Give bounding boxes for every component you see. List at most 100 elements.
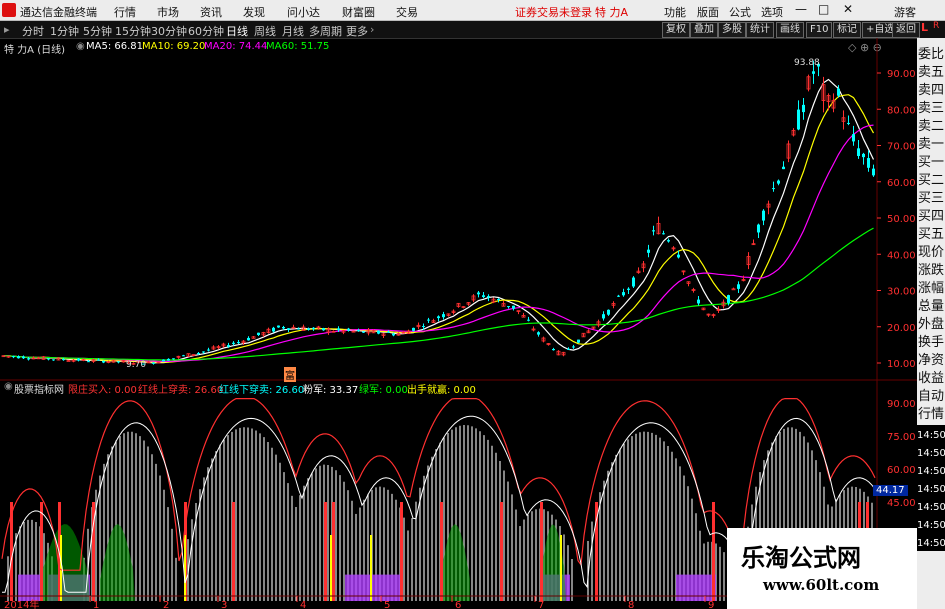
tab-monthly[interactable]: 月线: [282, 23, 304, 39]
candle-body: [282, 326, 285, 329]
button-adjust[interactable]: 复权: [662, 22, 690, 38]
candle-body: [852, 134, 855, 142]
candle-body: [202, 351, 205, 353]
side-label[interactable]: 涨跌: [918, 262, 944, 280]
side-label[interactable]: 卖二: [918, 118, 944, 136]
app-logo-icon: [2, 3, 16, 17]
tick-time-list: 14:50 14:50 14:50 14:50 14:50 14:50 14:50: [917, 425, 945, 551]
menu-discover[interactable]: 发现: [243, 4, 265, 20]
candle-body: [602, 314, 605, 319]
button-statistics[interactable]: 统计: [746, 22, 774, 38]
side-label[interactable]: 卖一: [918, 136, 944, 154]
close-icon[interactable]: ✕: [843, 2, 853, 16]
maximize-icon[interactable]: □: [818, 2, 829, 16]
menu-market[interactable]: 市场: [157, 4, 179, 20]
candle-body: [27, 358, 30, 360]
candle-body: [442, 314, 445, 318]
minimize-icon[interactable]: —: [795, 2, 807, 16]
button-overlay[interactable]: 叠加: [690, 22, 718, 38]
tab-daily[interactable]: 日线: [226, 23, 248, 39]
side-label[interactable]: 卖四: [918, 82, 944, 100]
tab-30min[interactable]: 30分钟: [151, 23, 187, 39]
side-label[interactable]: 买四: [918, 208, 944, 226]
candle-body: [392, 333, 395, 336]
side-label[interactable]: 总量: [918, 298, 944, 316]
quote-side-panel: 委比 卖五 卖四 卖三 卖二 卖一 买一 买二 买三 买四 买五 现价 涨跌 涨幅 总量 外盘 换手 净资 收益 自动…: [917, 38, 945, 609]
side-tab-label[interactable]: 自动: [918, 388, 944, 406]
candle-body: [567, 348, 570, 350]
event-marker[interactable]: 富: [284, 367, 296, 382]
user-label[interactable]: 游客: [894, 4, 916, 20]
candle-body: [762, 210, 765, 221]
menu-quotes[interactable]: 行情: [114, 4, 136, 20]
candle-body: [667, 240, 670, 242]
menu-trade[interactable]: 交易: [396, 4, 418, 20]
button-back[interactable]: 返回: [892, 22, 920, 38]
side-label[interactable]: 买二: [918, 172, 944, 190]
menu-layout[interactable]: 版面: [697, 4, 719, 20]
button-multi-stock[interactable]: 多股: [718, 22, 746, 38]
kline-chart[interactable]: 90.00 80.00 70.00 60.00 50.00 40.00 30.00 20.00…: [0, 38, 917, 609]
price-tick-label: 30.00: [887, 287, 916, 298]
menu-wealth[interactable]: 财富圈: [342, 4, 375, 20]
side-tab-label[interactable]: 行情: [918, 406, 944, 424]
tab-60min[interactable]: 60分钟: [188, 23, 224, 39]
candle-body: [477, 292, 480, 295]
candle-body: [182, 355, 185, 357]
indicator-tick-label: 90.00: [887, 399, 916, 410]
tab-15min[interactable]: 15分钟: [115, 23, 151, 39]
button-draw[interactable]: 画线: [776, 22, 804, 38]
side-label[interactable]: 买一: [918, 154, 944, 172]
tab-intraday[interactable]: 分时: [22, 23, 44, 39]
side-label[interactable]: 收益: [918, 370, 944, 388]
arrow-left-icon[interactable]: ▸: [4, 23, 10, 36]
tick-time: 14:50: [917, 538, 945, 549]
side-label[interactable]: 委比: [918, 46, 944, 64]
tab-1min[interactable]: 1分钟: [50, 23, 79, 39]
candle-body: [12, 356, 15, 358]
tab-more[interactable]: 更多: [346, 23, 368, 39]
menu-news[interactable]: 资讯: [200, 4, 222, 20]
candle-body: [62, 359, 65, 361]
menu-ask[interactable]: 问小达: [287, 4, 320, 20]
tick-time: 14:50: [917, 466, 945, 477]
corner-r: R: [933, 21, 940, 31]
price-tick-label: 70.00: [887, 142, 916, 153]
candle-body: [647, 249, 650, 253]
date-tick-label: 4: [300, 600, 306, 609]
candle-body: [77, 358, 80, 361]
date-year-label: 2014年: [4, 598, 39, 609]
button-mark[interactable]: 标记: [833, 22, 861, 38]
side-label[interactable]: 卖五: [918, 64, 944, 82]
candle-body: [552, 348, 555, 351]
tab-5min[interactable]: 5分钟: [83, 23, 112, 39]
candle-body: [227, 345, 230, 347]
menu-formula[interactable]: 公式: [729, 4, 751, 20]
red-spike: [440, 502, 443, 601]
red-spike: [400, 502, 403, 601]
tab-weekly[interactable]: 周线: [254, 23, 276, 39]
side-label[interactable]: 买三: [918, 190, 944, 208]
menu-options[interactable]: 选项: [761, 4, 783, 20]
login-warning[interactable]: 证券交易未登录: [515, 4, 592, 20]
candle-body: [257, 332, 260, 336]
side-label[interactable]: 卖三: [918, 100, 944, 118]
price-tick-label: 10.00: [887, 359, 916, 370]
chevron-right-icon[interactable]: ›: [370, 23, 374, 36]
side-label[interactable]: 买五: [918, 226, 944, 244]
tab-multi-period[interactable]: 多周期: [309, 23, 342, 39]
tick-time: 14:50: [917, 430, 945, 441]
menu-function[interactable]: 功能: [664, 4, 686, 20]
side-label[interactable]: 净资: [918, 352, 944, 370]
button-f10[interactable]: F10: [806, 22, 833, 38]
price-tick-label: 20.00: [887, 323, 916, 334]
tick-time: 14:50: [917, 520, 945, 531]
side-label[interactable]: 现价: [918, 244, 944, 262]
side-label[interactable]: 涨幅: [918, 280, 944, 298]
side-label[interactable]: 换手: [918, 334, 944, 352]
red-spike: [712, 502, 715, 601]
candle-body: [607, 309, 610, 315]
candle-body: [247, 337, 250, 341]
high-price-label: 93.88: [794, 58, 820, 68]
side-label[interactable]: 外盘: [918, 316, 944, 334]
